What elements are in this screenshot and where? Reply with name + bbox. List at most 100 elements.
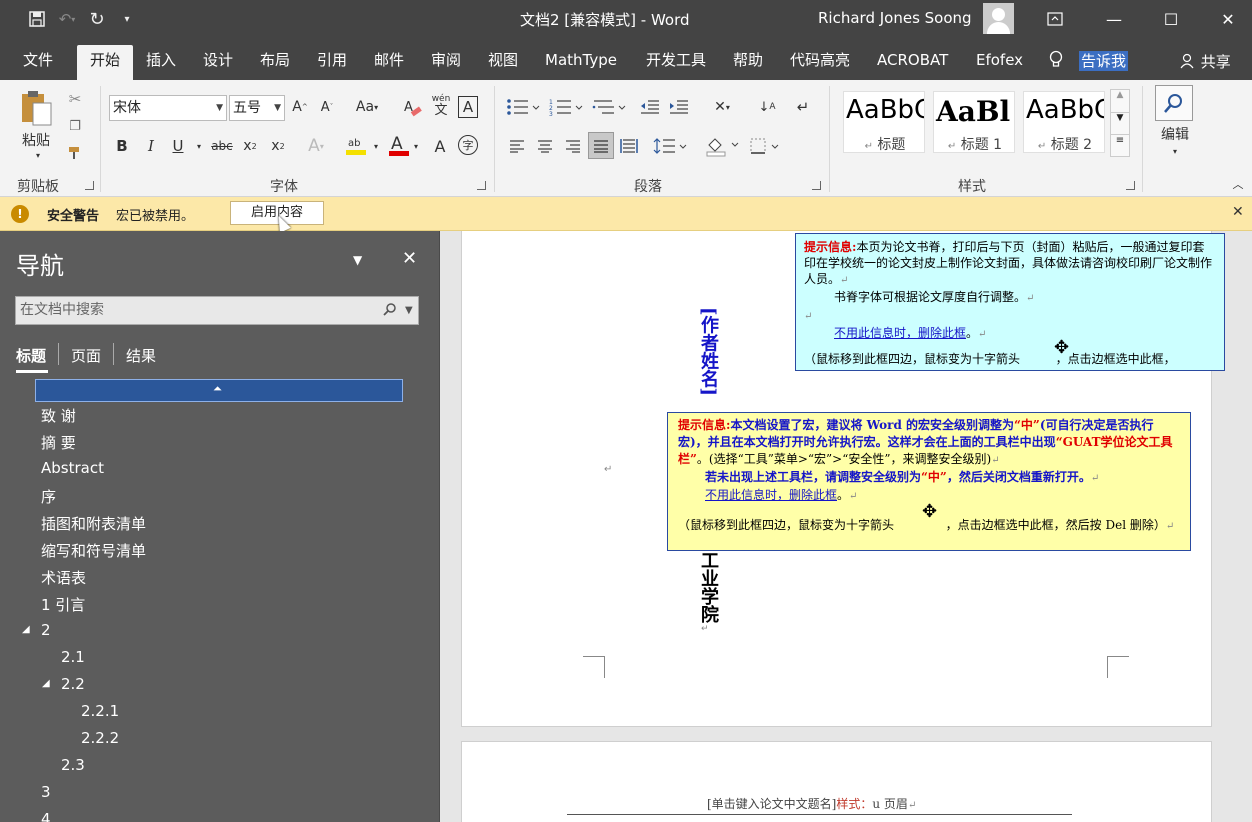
enclose-char-icon[interactable]: 字 [458,135,478,155]
font-launcher-icon[interactable] [477,181,486,190]
grow-font-icon[interactable]: A ^ [291,96,309,118]
copy-icon[interactable]: ❐ [65,116,85,136]
document-area[interactable]: [作者姓名] 工业学院 ↵ ↵ 提示信息:本页为论文书脊，打印后与下页（封面）粘… [441,231,1252,822]
paste-button[interactable]: 粘贴 [14,130,58,150]
paste-icon[interactable] [18,88,56,128]
subscript-icon[interactable]: x2 [240,135,260,157]
nav-tab-headings[interactable]: 标题 [16,345,46,366]
nav-tab-results[interactable]: 结果 [126,345,156,366]
distributed-icon[interactable] [618,135,640,157]
align-right-icon[interactable] [562,135,584,157]
tab-file[interactable]: 文件 [23,45,53,80]
paragraph-launcher-icon[interactable] [812,181,821,190]
search-icon[interactable] [1155,85,1193,121]
increase-indent-icon[interactable] [668,96,690,118]
customize-icon[interactable]: ▾ [112,0,142,38]
nav-heading-item[interactable]: 摘 要 [41,432,76,453]
sort-icon[interactable]: ↓ A [756,96,778,118]
nav-heading-item[interactable]: 1 引言 [41,594,85,615]
share-button[interactable]: 共享 [1180,51,1231,72]
redo-icon[interactable]: ↻ [82,0,112,38]
chevron-down-icon[interactable]: ▼ [1111,112,1129,134]
chevron-down-icon[interactable]: ▾ [410,137,422,155]
more-icon[interactable]: ≡ [1111,134,1129,156]
char-border-icon[interactable]: A [458,96,478,118]
tab-layout[interactable]: 布局 [260,45,290,80]
info-box-macro[interactable]: 提示信息:本文档设置了宏，建议将 Word 的宏安全级别调整为“中”(可自行决定… [667,412,1191,551]
nav-heading-item[interactable]: 插图和附表清单 [41,513,146,534]
chevron-down-icon[interactable]: ▾ [193,137,205,155]
nav-tab-pages[interactable]: 页面 [71,345,101,366]
justify-icon[interactable] [588,132,614,159]
clipboard-launcher-icon[interactable] [85,181,94,190]
nav-heading-item[interactable]: 2 [41,621,51,639]
font-size-combo[interactable]: 五号 ▼ [229,95,285,121]
tab-developer[interactable]: 开发工具 [646,45,706,80]
avatar[interactable] [983,3,1014,34]
tab-insert[interactable]: 插入 [146,45,176,80]
style-heading-1[interactable]: AaBl ↵ 标题 1 [933,91,1015,153]
cut-icon[interactable]: ✂ [65,89,85,109]
shading-icon[interactable] [704,133,740,159]
nav-heading-item[interactable]: 2.3 [61,756,85,774]
tab-references[interactable]: 引用 [317,45,347,80]
tab-view[interactable]: 视图 [488,45,518,80]
numbering-icon[interactable]: 123 [548,96,584,118]
tab-mailings[interactable]: 邮件 [374,45,404,80]
tab-review[interactable]: 审阅 [431,45,461,80]
expand-triangle-icon[interactable]: ◢ [42,678,50,689]
expand-triangle-icon[interactable]: ◢ [22,624,30,635]
font-color-icon[interactable]: A [386,132,412,158]
nav-heading-item[interactable]: 序 [41,486,56,507]
styles-scroll[interactable]: ▲ ▼ ≡ [1110,89,1130,157]
style-title[interactable]: AaBbC ↵ 标题 [843,91,925,153]
page-header-text[interactable]: [单击键入论文中文题名]样式：u 页眉↵ [707,795,916,812]
tab-help[interactable]: 帮助 [733,45,763,80]
style-heading-2[interactable]: AaBbC ↵ 标题 2 [1023,91,1105,153]
delete-box-link[interactable]: 不用此信息时，删除此框 [678,488,837,502]
multilevel-list-icon[interactable] [591,96,627,118]
strikethrough-icon[interactable]: abc [209,135,235,157]
format-painter-icon[interactable] [65,143,85,163]
tell-me-box[interactable]: 告诉我 [1079,51,1129,71]
editing-button[interactable]: 编辑 [1152,124,1198,144]
info-box-spine[interactable]: 提示信息:本页为论文书脊，打印后与下页（封面）粘贴后，一般通过复印套印在学校统一… [795,233,1225,371]
chevron-up-icon[interactable]: ▲ [1111,90,1129,112]
underline-icon[interactable]: U [168,135,188,157]
tab-code-highlight[interactable]: 代码高亮 [790,45,850,80]
borders-icon[interactable] [748,135,784,157]
nav-heading-item[interactable]: 术语表 [41,567,86,588]
nav-heading-item[interactable]: 致 谢 [41,405,76,426]
tab-mathtype[interactable]: MathType [545,45,617,80]
delete-box-link[interactable]: 不用此信息时，删除此框 [804,326,966,340]
text-effects-icon[interactable]: A ▾ [304,135,328,157]
close-icon[interactable]: ✕ [1232,204,1244,220]
phonetic-guide-icon[interactable]: wén 文 [430,92,452,120]
document-page[interactable]: [单击键入论文中文题名]样式：u 页眉↵ [461,741,1212,822]
nav-heading-item[interactable]: 3 [41,783,51,801]
font-name-combo[interactable]: 宋体 ▼ [109,95,227,121]
close-icon[interactable]: ✕ [1205,0,1251,38]
align-center-icon[interactable] [534,135,556,157]
document-page[interactable]: [作者姓名] 工业学院 ↵ ↵ 提示信息:本页为论文书脊，打印后与下页（封面）粘… [461,231,1225,727]
minimize-icon[interactable]: — [1091,0,1137,38]
clear-format-icon[interactable]: A [402,96,424,120]
ribbon-display-icon[interactable] [1032,0,1078,38]
save-icon[interactable] [22,0,52,38]
tab-efofex[interactable]: Efofex [976,45,1023,80]
tab-home[interactable]: 开始 [77,45,133,80]
undo-icon[interactable]: ↶ ▾ [52,0,82,38]
change-case-icon[interactable]: Aa ▾ [352,96,382,118]
italic-icon[interactable]: I [141,135,161,157]
collapse-ribbon-icon[interactable]: ︿ [1230,176,1246,192]
user-name[interactable]: Richard Jones Soong [818,9,972,27]
nav-heading-item[interactable]: 2.2 [61,675,85,693]
tab-design[interactable]: 设计 [203,45,233,80]
chevron-down-icon[interactable]: ▾ [1169,146,1181,156]
bold-icon[interactable]: B [112,135,132,157]
maximize-icon[interactable]: ☐ [1148,0,1194,38]
chevron-down-icon[interactable]: ▼ [405,297,413,324]
align-left-icon[interactable] [506,135,528,157]
nav-heading-item[interactable]: Abstract [41,459,104,477]
nav-heading-item[interactable]: 2.1 [61,648,85,666]
